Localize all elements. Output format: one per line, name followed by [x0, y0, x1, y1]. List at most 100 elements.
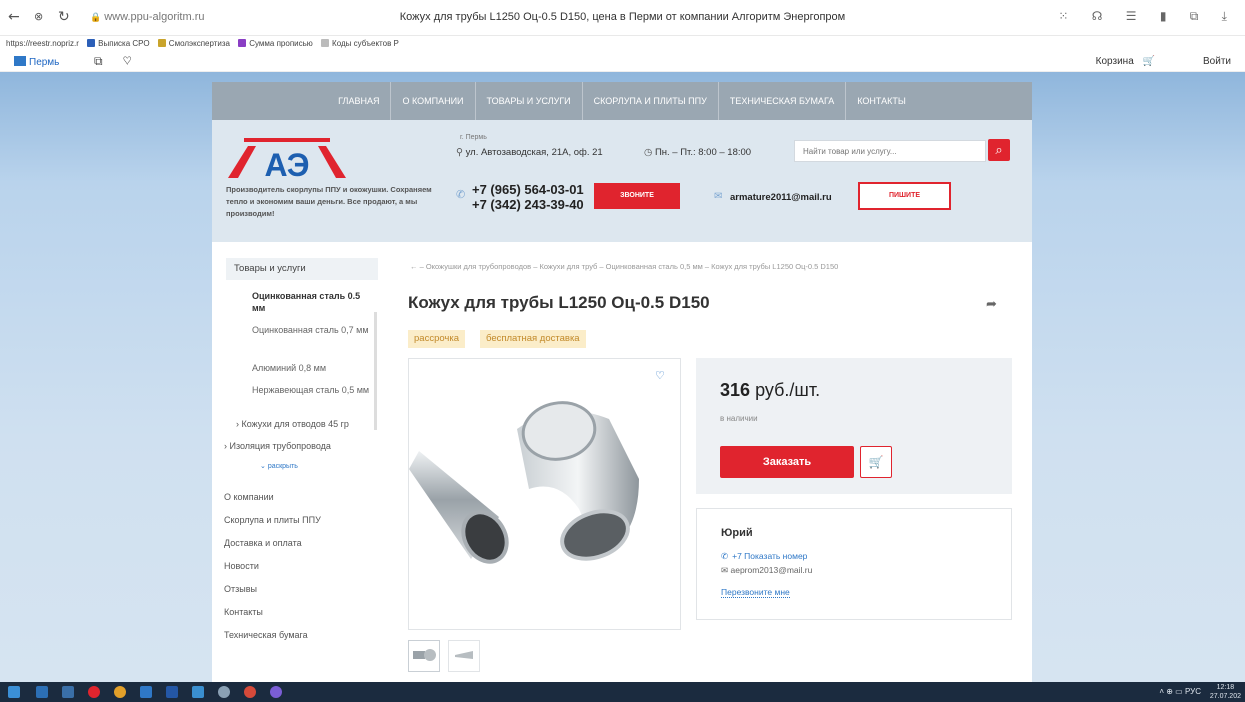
- menu-item-products[interactable]: Товары и услуги: [476, 82, 583, 120]
- price: 316 руб./шт.: [720, 380, 821, 400]
- logo[interactable]: АЭ: [226, 132, 356, 185]
- thumbnail-image: [413, 649, 436, 661]
- sidebar-subitem[interactable]: Оцинкованная сталь 0,7 мм: [252, 324, 372, 336]
- working-hours: ◷ Пн. – Пт.: 8:00 – 18:00: [644, 147, 752, 158]
- cart-link[interactable]: Корзина 🛒: [1096, 56, 1155, 67]
- menu-item-contacts[interactable]: Контакты: [846, 82, 917, 120]
- sidebar-item-cases[interactable]: › Кожухи для отводов 45 гр: [236, 419, 349, 429]
- stock-status: в наличии: [720, 414, 758, 423]
- taskbar-app-icon[interactable]: [192, 686, 204, 698]
- cart-icon: 🛒: [868, 455, 884, 469]
- taskbar-app-icon[interactable]: [36, 686, 48, 698]
- clock-icon: ◷: [644, 147, 655, 158]
- sidebar-link-about[interactable]: О компании: [224, 492, 274, 502]
- mail-icon: ✉: [714, 191, 723, 202]
- write-button[interactable]: Пишите: [858, 182, 951, 210]
- site-header: АЭ Производитель скорлупы ППУ и окожушки…: [212, 120, 1032, 242]
- header-email[interactable]: armature2011@mail.ru: [730, 192, 832, 203]
- phone-numbers[interactable]: +7 (965) 564-03-01 +7 (342) 243-39-40: [472, 182, 584, 212]
- menu-item-paper[interactable]: Техническая бумага: [719, 82, 847, 120]
- phone-2[interactable]: +7 (342) 243-39-40: [472, 197, 584, 212]
- taskbar-app-icon[interactable]: [62, 686, 74, 698]
- clock[interactable]: 12:18 27.07.202: [1210, 683, 1241, 701]
- start-icon[interactable]: [8, 686, 20, 698]
- chrome-icon[interactable]: [114, 686, 126, 698]
- thumbnail-1[interactable]: [408, 640, 440, 672]
- call-button[interactable]: Звоните: [594, 183, 680, 209]
- yandex-icon[interactable]: [88, 686, 100, 698]
- share-icon[interactable]: ➦: [986, 296, 997, 312]
- phone-icon: ✆: [456, 189, 466, 201]
- sidebar-item-insulation[interactable]: › Изоляция трубопровода: [224, 441, 331, 451]
- search-box[interactable]: [794, 140, 986, 162]
- content-area: Товары и услуги Оцинкованная сталь 0.5 м…: [212, 242, 1032, 682]
- expand-link[interactable]: ⌄ раскрыть: [260, 462, 298, 470]
- phone-1[interactable]: +7 (965) 564-03-01: [472, 182, 584, 197]
- site-topbar: Пермь ⧉♡ Корзина 🛒 Войти: [0, 52, 1245, 72]
- browser-window: ← ⊗ ↻ 🔒 www.ppu-algoritm.ru Кожух для тру…: [0, 0, 1245, 702]
- sidebar-link-paper[interactable]: Техническая бумага: [224, 630, 308, 640]
- bookmark-item[interactable]: https://reestr.nopriz.r: [6, 36, 79, 52]
- logo-mark: АЭ: [228, 138, 346, 183]
- seller-box: Юрий ✆ +7 Показать номер ✉ aeprom2013@mai…: [696, 508, 1012, 620]
- callback-link[interactable]: Перезвоните мне: [721, 587, 790, 598]
- sidebar-link-contacts[interactable]: Контакты: [224, 607, 263, 617]
- thumbnail-image: [455, 651, 473, 659]
- windows-taskbar: ˄ ⊕ ▭ РУС 12:18 27.07.202: [0, 682, 1245, 702]
- bookmark-icon: [87, 39, 96, 47]
- sidebar-scrollbar[interactable]: [374, 312, 377, 430]
- browser-controls[interactable]: ⁙ ☊ ☰ ▮ ⧉ ⤓: [1058, 9, 1237, 24]
- city-selector[interactable]: Пермь: [14, 56, 59, 68]
- sidebar-link-shells[interactable]: Скорлупа и плиты ППУ: [224, 515, 321, 525]
- language-indicator[interactable]: РУС: [1185, 687, 1201, 696]
- viber-icon[interactable]: [270, 686, 282, 698]
- address: ⚲ ул. Автозаводская, 21А, оф. 21: [456, 147, 603, 158]
- svg-text:АЭ: АЭ: [264, 147, 309, 180]
- taskbar-app-icon[interactable]: [244, 686, 256, 698]
- menu-item-about[interactable]: О компании: [391, 82, 476, 120]
- menu-item-home[interactable]: Главная: [327, 82, 392, 120]
- login-link[interactable]: Войти: [1203, 56, 1231, 67]
- search-input[interactable]: [795, 141, 985, 162]
- bookmark-item[interactable]: Сумма прописью: [238, 36, 313, 52]
- order-button[interactable]: Заказать: [720, 446, 854, 478]
- taskbar-app-icon[interactable]: [140, 686, 152, 698]
- tag-free-delivery: бесплатная доставка: [480, 330, 586, 348]
- menu-item-shells[interactable]: Скорлупа и плиты ППУ: [583, 82, 719, 120]
- favorites-icon[interactable]: ♡: [123, 54, 152, 68]
- sidebar-link-reviews[interactable]: Отзывы: [224, 584, 257, 594]
- sidebar-link-news[interactable]: Новости: [224, 561, 259, 571]
- taskbar-app-icon[interactable]: [218, 686, 230, 698]
- cart-icon: 🛒: [1142, 56, 1155, 67]
- bookmark-item[interactable]: Выписка СРО: [87, 36, 150, 52]
- add-to-cart-button[interactable]: 🛒: [860, 446, 892, 478]
- thumbnail-2[interactable]: [448, 640, 480, 672]
- search-button[interactable]: ⌕: [988, 139, 1010, 161]
- price-box: 316 руб./шт. в наличии Заказать 🛒: [696, 358, 1012, 494]
- sidebar-subitem[interactable]: Алюминий 0,8 мм: [252, 362, 372, 374]
- city-flag-icon: [14, 56, 26, 66]
- product-image[interactable]: ♡: [408, 358, 681, 630]
- phone-icon: ✆: [721, 551, 729, 561]
- page-title: Кожух для трубы L1250 Оц-0.5 D150: [408, 293, 710, 312]
- bookmark-item[interactable]: Коды субъектов Р: [321, 36, 399, 52]
- tag-installment: рассрочка: [408, 330, 466, 348]
- location-pin-icon: ⚲: [456, 147, 466, 158]
- sidebar-subitem-active[interactable]: Оцинкованная сталь 0.5 мм: [252, 290, 372, 314]
- main-menu: Главная О компании Товары и услуги Скорл…: [212, 82, 1032, 120]
- search-icon: ⌕: [995, 142, 1003, 157]
- system-tray[interactable]: ˄ ⊕ ▭ РУС: [1159, 687, 1201, 696]
- sidebar-link-delivery[interactable]: Доставка и оплата: [224, 538, 302, 548]
- sidebar-heading[interactable]: Товары и услуги: [226, 258, 378, 280]
- topbar-icons[interactable]: ⧉♡: [94, 54, 152, 69]
- sidebar-subitem[interactable]: Нержавеющая сталь 0,5 мм: [252, 384, 372, 396]
- heart-icon[interactable]: ♡: [655, 369, 665, 382]
- show-phone-link[interactable]: ✆ +7 Показать номер: [721, 551, 807, 562]
- bookmark-icon: [238, 39, 247, 47]
- compare-icon[interactable]: ⧉: [94, 54, 123, 68]
- seller-email[interactable]: ✉ aeprom2013@mail.ru: [721, 565, 812, 576]
- breadcrumb[interactable]: ← – Окожушки для трубопроводов – Кожухи …: [410, 262, 838, 271]
- bookmark-item[interactable]: Смолэкспертиза: [157, 36, 230, 52]
- taskbar-app-icon[interactable]: [166, 686, 178, 698]
- slogan: Производитель скорлупы ППУ и окожушки. С…: [226, 185, 432, 218]
